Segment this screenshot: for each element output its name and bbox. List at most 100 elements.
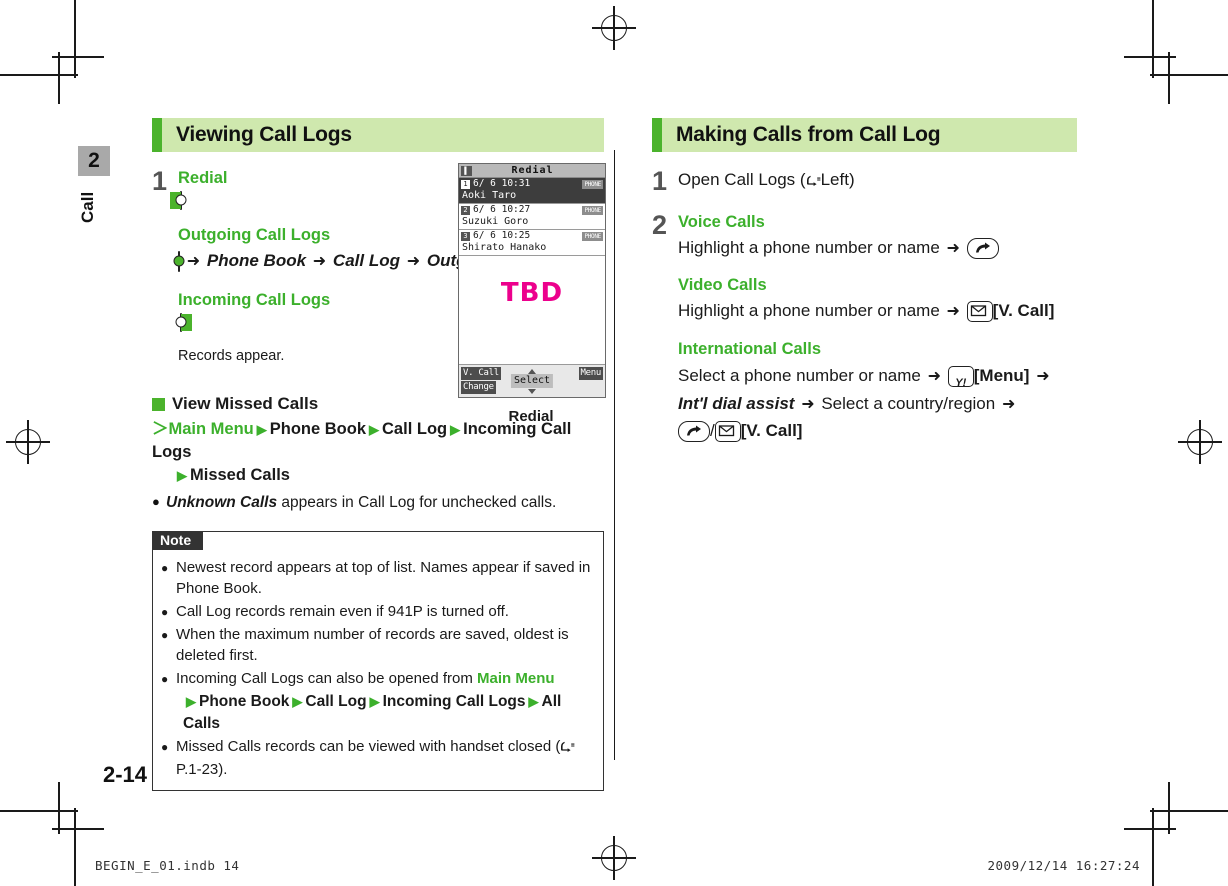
unknown-calls-rest: appears in Call Log for unchecked calls. <box>277 494 557 512</box>
path-arrow-3: ➜ <box>406 253 421 271</box>
note-item-text: When the maximum number of records are s… <box>176 625 569 664</box>
yahoo-key-icon: Y! <box>947 366 974 389</box>
triangle-icon: ▶ <box>528 693 539 709</box>
call-log-row[interactable]: 1 6/ 6 10:31 PHONE Aoki Taro <box>459 178 605 204</box>
footer-timestamp: 2009/12/14 16:27:24 <box>987 858 1140 873</box>
path-item-call-log: Call Log <box>382 420 448 439</box>
heading-accent-bar <box>152 118 162 152</box>
voice-calls-instruction: Highlight a phone number or name ➜ <box>678 236 1077 261</box>
path-arrow-2: ➜ <box>312 253 327 271</box>
arrow: ➜ <box>1036 368 1050 386</box>
bullet-dot-icon: ● <box>152 494 160 510</box>
softkey-v-call[interactable]: V. Call <box>461 367 501 380</box>
registration-mark-right <box>1178 420 1222 464</box>
triangle-icon: ▶ <box>256 422 267 438</box>
path-item-call-log: Call Log <box>332 251 400 271</box>
key-left-green-icon <box>175 312 192 332</box>
phone-screen-caption: Redial <box>508 408 554 425</box>
bullet-dot-icon: ● <box>161 560 169 575</box>
note-item-prefix: Missed Calls records can be viewed with … <box>176 738 561 756</box>
softkey-menu[interactable]: Menu <box>578 367 603 380</box>
unknown-calls-bullet: ● Unknown Calls appears in Call Log for … <box>152 492 604 514</box>
call-log-row[interactable]: 3 6/ 6 10:25 PHONE Shirato Hanako <box>459 230 605 256</box>
section-heading-making-calls: Making Calls from Call Log <box>652 118 1077 152</box>
bullet-dot-icon: ● <box>161 627 169 642</box>
video-calls-title: Video Calls <box>678 276 767 295</box>
voice-calls-title: Voice Calls <box>678 213 765 231</box>
note-box: Note ● Newest record appears at top of l… <box>152 530 604 792</box>
row-datetime: 6/ 6 10:27 <box>473 204 531 215</box>
page-number: 2-14 <box>103 762 148 787</box>
arrow: ➜ <box>801 395 815 413</box>
video-calls-text: Highlight a phone number or name <box>678 300 940 320</box>
bullet-dot-icon: ● <box>161 740 169 755</box>
section-title: Making Calls from Call Log <box>676 123 941 146</box>
note-item: ● Missed Calls records can be viewed wit… <box>161 736 595 780</box>
note-item: ● Newest record appears at top of list. … <box>161 557 595 599</box>
bullet-dot-icon: ● <box>161 671 169 686</box>
note-item-prefix: Incoming Call Logs can also be opened fr… <box>176 669 478 687</box>
row-name: Shirato Hanako <box>462 242 547 253</box>
registration-mark-bottom <box>592 836 636 880</box>
triangle-icon: ▶ <box>369 422 380 438</box>
row-datetime: 6/ 6 10:31 <box>473 178 531 189</box>
arrow: ➜ <box>1001 395 1016 413</box>
path-prefix-icon: ＞ <box>152 420 169 439</box>
signal-icon: ▌ <box>461 165 472 176</box>
mail-key-icon <box>966 300 993 322</box>
step-number: 1 <box>652 166 668 196</box>
phone-screen-mockup: ▌ Redial 1 6/ 6 10:31 PHONE Aoki Taro 2 … <box>458 163 606 425</box>
right-column: Making Calls from Call Log 1 Open Call L… <box>652 118 1077 449</box>
chapter-tab: 2 Call <box>78 146 110 234</box>
phone-type-badge: PHONE <box>582 205 603 215</box>
heading-accent-bar <box>652 118 662 152</box>
note-path-call-log: Call Log <box>305 692 367 710</box>
voice-calls-text: Highlight a phone number or name <box>678 237 940 257</box>
step1-suffix: ) <box>848 170 855 189</box>
international-calls-title: International Calls <box>678 339 822 358</box>
call-key-icon <box>966 237 999 259</box>
placeholder-tbd: TBD <box>500 278 564 308</box>
mail-key-icon <box>714 421 741 443</box>
step1-prefix: Open Call Logs ( <box>678 170 806 189</box>
row-name: Aoki Taro <box>462 190 517 201</box>
arrow: ➜ <box>927 368 942 386</box>
triangle-icon: ▶ <box>369 693 380 709</box>
page-reference-hand-icon <box>806 170 821 195</box>
chapter-label: Call <box>78 191 97 223</box>
registration-mark-top <box>592 6 636 50</box>
subsection-title: View Missed Calls <box>172 394 319 414</box>
path-item-phone-book: Phone Book <box>269 420 367 439</box>
note-path-phone-book: Phone Book <box>199 692 290 710</box>
call-key-icon <box>678 421 710 443</box>
nav-down-icon <box>528 389 536 394</box>
row-index: 1 <box>461 179 470 189</box>
section-title: Viewing Call Logs <box>176 123 352 146</box>
manual-page: 2 Call Viewing Call Logs 1 Redial Outgoi… <box>0 0 1228 886</box>
phone-type-badge: PHONE <box>582 179 603 189</box>
key-right-green-icon <box>170 190 187 210</box>
triangle-icon: ▶ <box>177 468 187 484</box>
unknown-calls-term: Unknown Calls <box>166 494 278 512</box>
footer-file-name: BEGIN_E_01.indb 14 <box>95 858 240 873</box>
softkey-select[interactable]: Select <box>510 374 554 388</box>
column-divider <box>614 150 615 760</box>
phone-softkey-bar: V. Call Change Menu Select <box>459 364 605 397</box>
path-item-phone-book: Phone Book <box>206 251 307 271</box>
row-name: Suzuki Goro <box>462 216 529 227</box>
intl-text-2: Select a country/region <box>821 393 996 413</box>
path-item-missed-calls: Missed Calls <box>190 466 290 485</box>
path-arrow-1: ➜ <box>186 253 201 271</box>
call-log-row[interactable]: 2 6/ 6 10:27 PHONE Suzuki Goro <box>459 204 605 230</box>
triangle-icon: ▶ <box>186 693 196 709</box>
phone-status-bar: ▌ Redial <box>459 164 605 178</box>
note-item: ● Incoming Call Logs can also be opened … <box>161 668 595 689</box>
section-heading-viewing-call-logs: Viewing Call Logs <box>152 118 604 152</box>
arrow: ➜ <box>946 239 960 257</box>
intl-vcall-key-label: [V. Call] <box>740 421 803 441</box>
intl-menu-key-label: [Menu] <box>973 366 1030 386</box>
softkey-change[interactable]: Change <box>461 381 496 394</box>
key-center-dot-icon <box>173 249 185 275</box>
registration-mark-left <box>6 420 50 464</box>
row-datetime: 6/ 6 10:25 <box>473 230 531 241</box>
